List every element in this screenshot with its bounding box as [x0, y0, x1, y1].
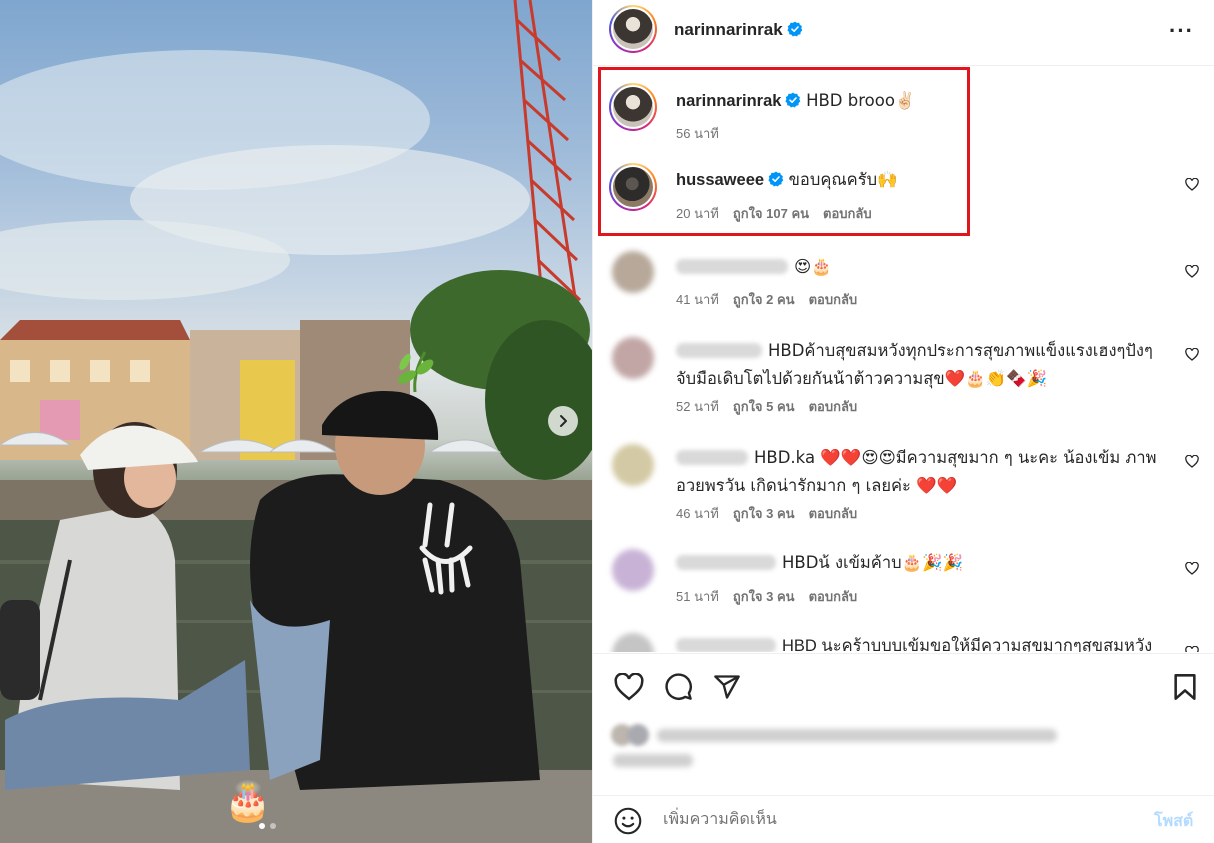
comment-body: narinnarinrak HBD brooo✌🏻: [676, 87, 1166, 115]
comment-body: hussaweee ขอบคุณครับ🙌: [676, 166, 1166, 194]
comment-username[interactable]: hussaweee: [676, 171, 764, 189]
comment-time[interactable]: 51 นาที: [676, 586, 719, 607]
add-comment-bar: โพสต์: [593, 795, 1214, 843]
post-panel: narinnarinrak ··· narinnarinrak HBD broo…: [592, 0, 1214, 843]
comment-likes[interactable]: ถูกใจ 2 คน: [733, 289, 795, 310]
post-date: [613, 754, 693, 767]
comment-text: HBD.ka ❤️❤️😍😍มีความสุขมาก ๆ นะคะ น้องเข้…: [676, 448, 1157, 495]
post-photo: 🎂: [0, 0, 592, 843]
comment-time[interactable]: 46 นาที: [676, 503, 719, 524]
comment-meta: 46 นาที ถูกใจ 3 คน ตอบกลับ: [676, 503, 857, 524]
comment-username[interactable]: [676, 343, 762, 358]
chevron-right-icon: [560, 415, 567, 427]
comment-avatar[interactable]: [612, 444, 654, 486]
comment-likes[interactable]: ถูกใจ 5 คน: [733, 396, 795, 417]
comment-body: HBDน้ งเข้มค้าบ🎂🎉🎉: [676, 549, 1166, 577]
comment-meta: 52 นาที ถูกใจ 5 คน ตอบกลับ: [676, 396, 857, 417]
comment-icon[interactable]: [664, 672, 693, 701]
comment-username[interactable]: [676, 638, 776, 652]
action-bar: [593, 653, 1214, 803]
comment-username[interactable]: [676, 555, 776, 570]
comments-list: narinnarinrak HBD brooo✌🏻 56 นาที hussaw…: [593, 67, 1214, 652]
bookmark-icon[interactable]: [1172, 673, 1198, 701]
comment-meta: 56 นาที: [676, 123, 719, 144]
carousel-dot-2: [270, 823, 276, 829]
reply-button[interactable]: ตอบกลับ: [823, 203, 872, 224]
photo-illustration: [0, 0, 592, 843]
comment-input[interactable]: [663, 806, 1123, 834]
comment-avatar[interactable]: [612, 549, 654, 591]
heart-icon[interactable]: [1185, 178, 1199, 191]
comment-likes[interactable]: ถูกใจ 107 คน: [733, 203, 809, 224]
comment-text: 😍🎂: [794, 257, 832, 276]
like-heart-icon[interactable]: [614, 673, 644, 701]
liked-by-text: [657, 728, 1057, 742]
comment-avatar[interactable]: [609, 163, 657, 211]
verified-badge-icon: [787, 21, 802, 37]
post-header: narinnarinrak ···: [593, 0, 1214, 66]
author-avatar[interactable]: [609, 5, 657, 53]
carousel-indicator: [259, 823, 276, 829]
comment-time[interactable]: 52 นาที: [676, 396, 719, 417]
comment-avatar[interactable]: [612, 337, 654, 379]
liked-by-avatar: [627, 724, 649, 746]
post-date-text: [613, 754, 693, 767]
heart-icon[interactable]: [1185, 348, 1199, 361]
heart-icon[interactable]: [1185, 265, 1199, 278]
reply-button[interactable]: ตอบกลับ: [809, 503, 858, 524]
comment-meta: 51 นาที ถูกใจ 3 คน ตอบกลับ: [676, 586, 857, 607]
author-username[interactable]: narinnarinrak: [674, 20, 803, 40]
share-icon[interactable]: [713, 673, 741, 701]
comment-text: HBDน้ งเข้มค้าบ🎂🎉🎉: [782, 553, 964, 572]
emoji-icon[interactable]: [614, 807, 642, 835]
comment-text: ขอบคุณครับ🙌: [788, 170, 898, 189]
carousel-dot-1: [259, 823, 265, 829]
comment-body: HBD นะคร้าบบบเข้มขอให้มีความสุขมากๆสุขสม…: [676, 633, 1166, 652]
carousel-next-button[interactable]: [548, 406, 578, 436]
reply-button[interactable]: ตอบกลับ: [809, 586, 858, 607]
comment-body: HBD.ka ❤️❤️😍😍มีความสุขมาก ๆ นะคะ น้องเข้…: [676, 444, 1166, 500]
more-options-icon[interactable]: ···: [1169, 18, 1194, 44]
comment-body: HBDค้าบสุขสมหวังทุกประการสุขภาพแข็งแรงเฮ…: [676, 337, 1166, 393]
comment-body: 😍🎂: [676, 253, 1166, 281]
comment-likes[interactable]: ถูกใจ 3 คน: [733, 503, 795, 524]
comment-text: HBD นะคร้าบบบเข้มขอให้มีความสุขมากๆสุขสม…: [782, 637, 1153, 652]
comment-avatar[interactable]: [612, 633, 654, 652]
comment-username[interactable]: narinnarinrak: [676, 92, 781, 110]
verified-badge-icon: [785, 92, 801, 108]
verified-badge-icon: [768, 171, 784, 187]
heart-icon[interactable]: [1185, 455, 1199, 468]
reply-button[interactable]: ตอบกลับ: [809, 289, 858, 310]
post-comment-button[interactable]: โพสต์: [1154, 809, 1193, 834]
comment-username[interactable]: [676, 450, 748, 465]
comment-time[interactable]: 41 นาที: [676, 289, 719, 310]
heart-icon[interactable]: [1185, 562, 1199, 575]
liked-by-summary: [611, 724, 1057, 746]
heart-icon[interactable]: [1185, 646, 1199, 652]
author-username-text[interactable]: narinnarinrak: [674, 20, 783, 39]
comment-likes[interactable]: ถูกใจ 3 คน: [733, 586, 795, 607]
comment-meta: 20 นาที ถูกใจ 107 คน ตอบกลับ: [676, 203, 872, 224]
comment-text: HBD brooo✌🏻: [806, 91, 916, 110]
cake-sticker: 🎂: [224, 779, 272, 823]
comment-avatar[interactable]: [609, 83, 657, 131]
reply-button[interactable]: ตอบกลับ: [809, 396, 858, 417]
comment-time[interactable]: 20 นาที: [676, 203, 719, 224]
comment-meta: 41 นาที ถูกใจ 2 คน ตอบกลับ: [676, 289, 857, 310]
comment-username[interactable]: [676, 259, 788, 274]
comment-time[interactable]: 56 นาที: [676, 123, 719, 144]
comment-avatar[interactable]: [612, 251, 654, 293]
